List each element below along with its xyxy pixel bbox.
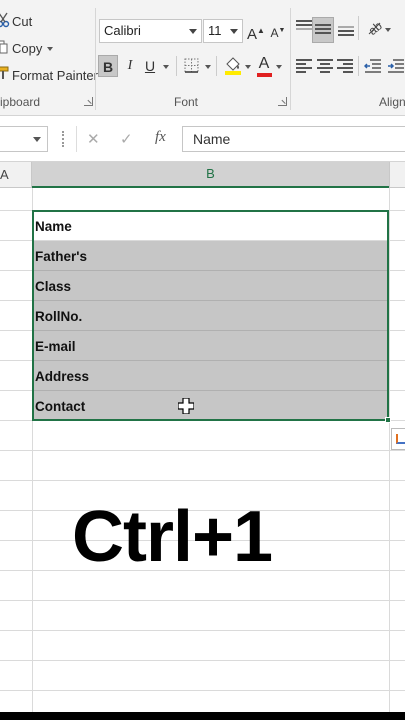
orientation-dropdown-icon[interactable] xyxy=(385,28,391,32)
shrink-font-button[interactable]: A▼ xyxy=(268,20,288,42)
row-gridline xyxy=(0,600,405,601)
align-right-icon[interactable] xyxy=(337,59,353,73)
clipboard-group-label: ipboard xyxy=(0,95,41,109)
font-family-value: Calibri xyxy=(104,23,141,38)
orientation-icon[interactable]: ab xyxy=(366,20,382,36)
italic-button[interactable]: I xyxy=(120,55,140,77)
row-gridline xyxy=(0,660,405,661)
shortcut-overlay-text: Ctrl+1 xyxy=(72,497,273,577)
format-painter-icon[interactable] xyxy=(0,66,10,80)
font-family-select[interactable]: Calibri xyxy=(99,19,202,43)
alignment-group-label: Align xyxy=(379,95,405,109)
underline-button[interactable]: U xyxy=(140,55,160,77)
column-header-a[interactable]: A xyxy=(0,162,32,188)
cut-button[interactable]: Cut xyxy=(12,14,32,29)
formula-bar-grip-icon[interactable] xyxy=(62,131,65,147)
align-center-icon[interactable] xyxy=(317,59,333,73)
align-bottom-icon[interactable] xyxy=(338,26,354,40)
grow-font-button[interactable]: A▲ xyxy=(246,20,266,43)
align-left-icon[interactable] xyxy=(296,59,312,73)
cursor-icon xyxy=(178,398,194,414)
borders-dropdown-icon[interactable] xyxy=(205,65,211,69)
font-size-value: 11 xyxy=(208,23,222,38)
grow-font-glyph: A xyxy=(247,26,258,43)
font-launcher-icon[interactable] xyxy=(278,97,287,106)
row-gridline xyxy=(0,450,405,451)
divider xyxy=(358,16,359,40)
align-middle-button[interactable] xyxy=(312,17,334,43)
formula-value: Name xyxy=(193,131,231,147)
divider xyxy=(176,56,177,76)
bold-button[interactable]: B xyxy=(98,55,118,77)
font-color-bar xyxy=(257,73,272,77)
row-gridline xyxy=(0,690,405,691)
increase-indent-icon[interactable] xyxy=(387,58,405,74)
divider xyxy=(216,56,217,76)
worksheet-grid[interactable]: Name Father's Class RollNo. E-mail Addre… xyxy=(0,188,405,712)
row-gridline xyxy=(0,480,405,481)
svg-text:ab: ab xyxy=(366,20,382,36)
copy-button[interactable]: Copy xyxy=(12,41,42,56)
fill-color-dropdown-icon[interactable] xyxy=(245,65,251,69)
copy-dropdown-icon[interactable] xyxy=(47,47,53,51)
scissors-icon[interactable] xyxy=(0,12,10,28)
decrease-indent-icon[interactable] xyxy=(364,58,382,74)
ribbon: Cut Copy Format Painter ipboard Calibri … xyxy=(0,0,405,116)
chevron-down-icon xyxy=(230,29,238,34)
divider xyxy=(358,56,359,76)
chevron-down-icon xyxy=(33,137,41,142)
cancel-icon[interactable]: ✕ xyxy=(87,130,100,148)
name-box[interactable] xyxy=(0,126,48,152)
enter-icon[interactable]: ✓ xyxy=(120,130,133,148)
insert-function-button[interactable]: fx xyxy=(155,129,166,146)
column-gridline xyxy=(389,188,390,712)
copy-icon[interactable] xyxy=(0,40,8,54)
divider xyxy=(76,126,77,152)
borders-icon[interactable] xyxy=(184,58,199,73)
quick-analysis-button[interactable] xyxy=(391,428,405,450)
font-color-glyph: A xyxy=(258,55,270,72)
clipboard-launcher-icon[interactable] xyxy=(84,97,93,106)
group-separator xyxy=(290,8,291,110)
align-top-icon[interactable] xyxy=(296,20,312,34)
column-header-b[interactable]: B xyxy=(32,162,389,188)
chevron-down-icon xyxy=(189,29,197,34)
fill-color-icon[interactable] xyxy=(224,56,242,76)
font-color-dropdown-icon[interactable] xyxy=(276,65,282,69)
font-group-label: Font xyxy=(174,95,199,109)
row-gridline xyxy=(0,630,405,631)
format-painter-button[interactable]: Format Painter xyxy=(12,68,98,83)
underline-dropdown-icon[interactable] xyxy=(163,65,169,69)
excel-window: Cut Copy Format Painter ipboard Calibri … xyxy=(0,0,405,712)
group-separator xyxy=(95,8,96,110)
font-color-button[interactable]: A xyxy=(254,53,274,77)
selection-border xyxy=(32,210,389,421)
column-header-b-label: B xyxy=(206,166,215,181)
quick-analysis-icon xyxy=(396,434,405,444)
formula-input[interactable]: Name xyxy=(182,126,405,152)
fill-handle[interactable] xyxy=(385,417,391,423)
font-size-select[interactable]: 11 xyxy=(203,19,243,43)
column-header-c[interactable] xyxy=(389,162,405,188)
shrink-font-glyph: A xyxy=(270,26,279,40)
column-headers: A B xyxy=(0,162,405,188)
column-header-a-label: A xyxy=(0,167,9,182)
align-middle-icon xyxy=(315,24,331,38)
formula-bar: ✕ ✓ fx Name xyxy=(0,116,405,162)
